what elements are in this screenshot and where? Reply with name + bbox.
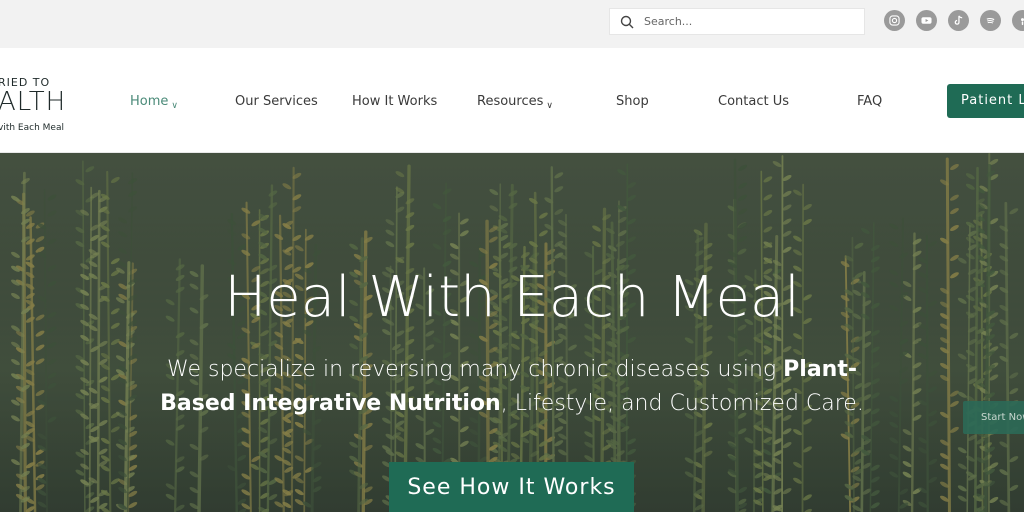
hero-section: Heal With Each Meal We specialize in rev…	[0, 153, 1024, 512]
instagram-icon[interactable]	[884, 10, 905, 31]
site-header: RIED TO ALTH vith Each Meal Home ∨ Our Se…	[0, 48, 1024, 153]
hero-subtitle-part-1: We specialize in reversing many chronic …	[167, 357, 784, 382]
top-utility-bar	[0, 0, 1024, 48]
nav-shop[interactable]: Shop	[616, 94, 649, 109]
tiktok-icon[interactable]	[948, 10, 969, 31]
nav-faq[interactable]: FAQ	[857, 94, 882, 109]
see-how-it-works-button[interactable]: See How It Works	[389, 462, 634, 512]
nav-home-label: Home	[130, 94, 169, 109]
nav-our-services[interactable]: Our Services	[235, 94, 318, 109]
nav-contact-us[interactable]: Contact Us	[718, 94, 789, 109]
chevron-down-icon: ∨	[171, 101, 178, 111]
apple-podcasts-icon[interactable]	[1012, 10, 1024, 31]
hero-overlay	[0, 153, 1024, 512]
start-now-button[interactable]: Start Now	[963, 401, 1024, 434]
nav-resources[interactable]: Resources ∨	[477, 94, 553, 111]
nav-contact-label: Contact Us	[718, 94, 789, 109]
search-input[interactable]	[644, 15, 844, 28]
nav-how-label: How It Works	[352, 94, 438, 109]
site-search[interactable]	[609, 8, 865, 35]
chevron-down-icon: ∨	[546, 101, 553, 111]
hero-title: Heal With Each Meal	[224, 265, 800, 330]
nav-how-it-works[interactable]: How It Works	[352, 94, 437, 109]
social-links	[884, 10, 1024, 31]
nav-shop-label: Shop	[616, 94, 649, 109]
nav-resources-label: Resources	[477, 94, 544, 109]
nav-home[interactable]: Home ∨	[130, 94, 178, 111]
main-nav: Home ∨ Our Services How It Works Resource…	[0, 48, 1024, 153]
patient-login-button[interactable]: Patient Lo	[947, 84, 1024, 118]
nav-services-label: Our Services	[235, 94, 318, 109]
spotify-icon[interactable]	[980, 10, 1001, 31]
youtube-icon[interactable]	[916, 10, 937, 31]
search-icon	[620, 15, 634, 28]
hero-subtitle: We specialize in reversing many chronic …	[150, 353, 874, 421]
hero-subtitle-part-2: , Lifestyle, and Customized Care.	[500, 391, 864, 416]
nav-faq-label: FAQ	[857, 94, 883, 109]
